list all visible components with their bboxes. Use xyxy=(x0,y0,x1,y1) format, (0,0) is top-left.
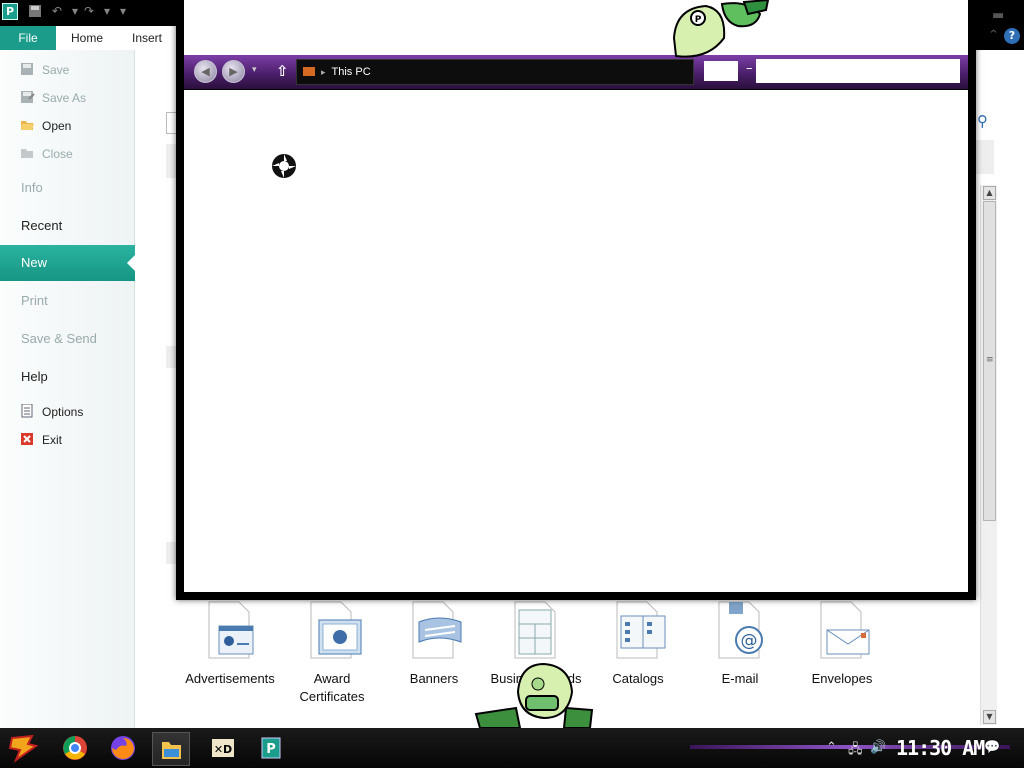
start-icon[interactable] xyxy=(4,732,42,766)
address-field[interactable]: ▸ This PC xyxy=(296,59,694,85)
tab-home[interactable]: Home xyxy=(56,26,118,50)
network-icon[interactable]: 🖧 xyxy=(848,740,863,762)
file-explorer-window: ◀ ▶ ▾ ⇧ ▸ This PC – xyxy=(176,0,976,600)
file-explorer-icon[interactable] xyxy=(152,732,190,766)
scroll-grip-icon: ≡ xyxy=(986,355,994,365)
svg-text:@: @ xyxy=(741,631,758,651)
template-envelopes[interactable]: Envelopes xyxy=(792,600,892,688)
options-command[interactable]: Options xyxy=(20,402,83,422)
template-email[interactable]: @ E-mail xyxy=(690,600,790,688)
notifications-icon[interactable]: 💬 xyxy=(984,740,1000,755)
search-icon[interactable]: ⚲ xyxy=(977,112,988,130)
open-folder-icon xyxy=(20,118,35,132)
template-label: E-mail xyxy=(721,671,759,686)
envelopes-icon xyxy=(811,600,873,662)
ribbon-collapse-icon[interactable]: ⌃ xyxy=(988,28,999,43)
volume-icon[interactable]: 🔊 xyxy=(870,740,886,755)
publisher-app-icon[interactable]: P xyxy=(2,3,18,20)
template-award-certificates[interactable]: Award Certificates xyxy=(282,600,382,706)
template-label: Advertisements xyxy=(185,671,275,686)
open-command[interactable]: Open xyxy=(20,116,71,136)
nav-help[interactable]: Help xyxy=(0,359,135,395)
backstage-nav: Save Save As Open Close Info Recent New … xyxy=(0,50,136,728)
svg-text:P: P xyxy=(695,15,702,25)
nav-info[interactable]: Info xyxy=(0,170,135,206)
advertisements-icon xyxy=(199,600,261,662)
tray-overflow-icon[interactable]: ⌃ xyxy=(826,740,837,755)
svg-text:✕D: ✕D xyxy=(214,743,232,756)
save-command[interactable]: Save xyxy=(20,60,69,80)
template-advertisements[interactable]: Advertisements xyxy=(180,600,280,688)
exit-icon xyxy=(20,432,35,446)
save-as-command[interactable]: Save As xyxy=(20,88,86,108)
tab-insert[interactable]: Insert xyxy=(118,26,176,50)
back-icon[interactable]: ◀ xyxy=(194,60,217,83)
template-label: Envelopes xyxy=(811,671,873,686)
redo-dropdown-icon[interactable]: ▾ xyxy=(100,4,114,18)
email-icon: @ xyxy=(709,600,771,662)
this-pc-icon xyxy=(303,67,315,76)
breadcrumb-chevron-icon: ▸ xyxy=(321,67,326,77)
save-icon xyxy=(20,62,35,76)
template-label: Award Certificates xyxy=(299,671,365,704)
nav-print[interactable]: Print xyxy=(0,283,135,319)
close-doc-icon xyxy=(20,146,35,160)
mascot-bottom-sticker xyxy=(472,662,594,731)
address-dropdown[interactable] xyxy=(704,61,738,81)
explorer-address-bar: ◀ ▶ ▾ ⇧ ▸ This PC – xyxy=(184,55,968,89)
nav-new[interactable]: New xyxy=(0,245,136,281)
catalogs-icon xyxy=(607,600,669,662)
nav-recent[interactable]: Recent xyxy=(0,208,135,244)
customize-qat-icon[interactable]: ▾ xyxy=(116,4,130,18)
explorer-search-input[interactable] xyxy=(756,59,960,83)
publisher-icon[interactable]: P xyxy=(252,732,290,766)
loading-spinner-icon xyxy=(270,152,298,180)
chrome-icon[interactable] xyxy=(56,732,94,766)
up-arrow-icon[interactable]: ⇧ xyxy=(276,62,289,80)
xd-app-icon[interactable]: ✕D xyxy=(204,732,242,766)
template-banners[interactable]: Banners xyxy=(384,600,484,688)
undo-dropdown-icon[interactable]: ▾ xyxy=(68,4,82,18)
template-label: Catalogs xyxy=(612,671,664,686)
scroll-up-icon[interactable]: ▲ xyxy=(983,186,996,200)
help-icon[interactable]: ? xyxy=(1004,28,1020,44)
minimize-icon[interactable]: ▬ xyxy=(992,8,1004,23)
template-label: Banners xyxy=(409,671,459,686)
certificate-icon xyxy=(301,600,363,662)
save-quick-icon[interactable] xyxy=(28,4,42,18)
banners-icon xyxy=(403,600,465,662)
explorer-content-pane[interactable] xyxy=(184,90,968,592)
redo-icon[interactable]: ↷ xyxy=(82,4,96,18)
firefox-icon[interactable] xyxy=(104,732,142,766)
taskbar-clock[interactable]: 11:30 AM xyxy=(896,736,985,760)
templates-scrollbar[interactable]: ▲ ≡ ▼ xyxy=(980,185,997,725)
options-icon xyxy=(20,403,35,418)
undo-icon[interactable]: ↶ xyxy=(50,4,64,18)
recent-locations-icon[interactable]: ▾ xyxy=(252,65,257,75)
svg-text:P: P xyxy=(266,742,276,757)
nav-save-send[interactable]: Save & Send xyxy=(0,321,135,357)
address-text: This PC xyxy=(331,66,371,78)
business-cards-icon xyxy=(505,600,567,662)
template-catalogs[interactable]: Catalogs xyxy=(588,600,688,688)
mascot-top-sticker: P xyxy=(668,0,774,61)
refresh-icon[interactable]: – xyxy=(746,61,753,76)
explorer-title-area xyxy=(184,0,968,55)
close-command[interactable]: Close xyxy=(20,144,73,164)
save-as-icon xyxy=(20,90,35,104)
tab-file[interactable]: File xyxy=(0,26,56,50)
scroll-down-icon[interactable]: ▼ xyxy=(983,710,996,724)
taskbar: ✕D P ⌃ 🖧 🔊 11:30 AM 💬 xyxy=(0,728,1024,768)
forward-icon[interactable]: ▶ xyxy=(222,60,245,83)
exit-command[interactable]: Exit xyxy=(20,430,62,450)
